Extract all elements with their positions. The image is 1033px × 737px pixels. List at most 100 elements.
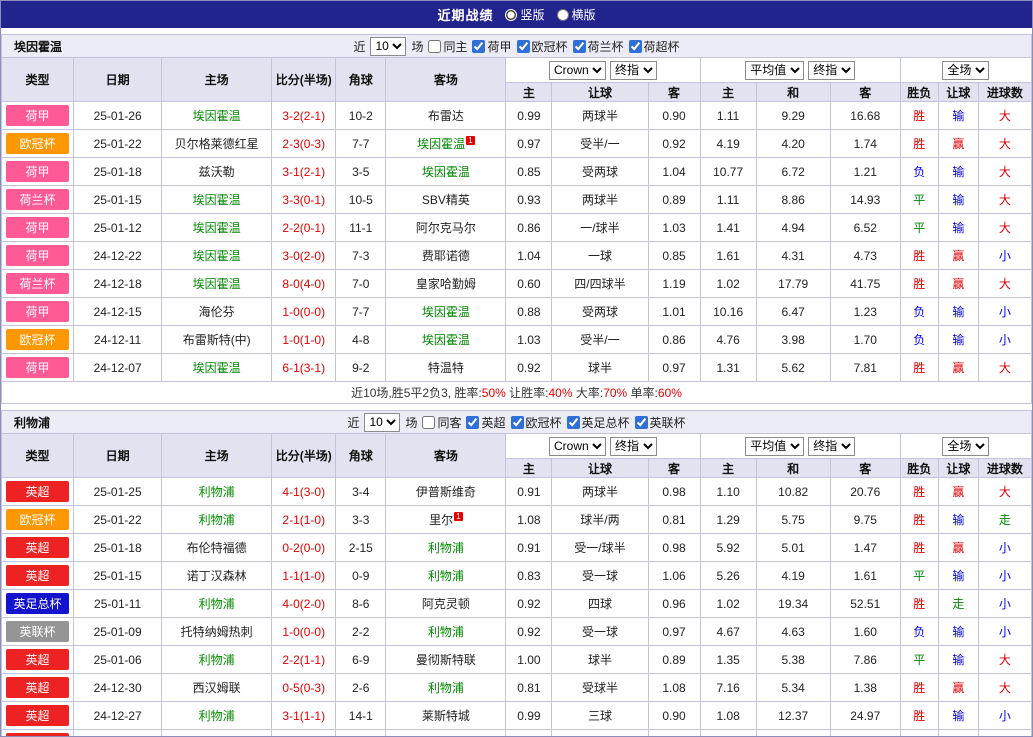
- same-venue-checkbox[interactable]: [428, 40, 441, 53]
- outcome-cell: 胜: [900, 534, 938, 562]
- handicap-cell: 受两球: [552, 158, 648, 186]
- scope-select-group: 全场: [900, 58, 1031, 83]
- bookmaker-select[interactable]: Crown: [549, 437, 606, 456]
- handicap-cell: 受一球: [552, 562, 648, 590]
- league-type-badge: 欧冠杯: [6, 133, 69, 154]
- away-team-cell[interactable]: 利物浦: [386, 730, 506, 737]
- bookmaker-select[interactable]: Crown: [549, 61, 606, 80]
- away-team-cell[interactable]: 利物浦: [386, 534, 506, 562]
- match-row: 英超25-01-18布伦特福德0-2(0-0)2-15利物浦0.91受一/球半0…: [2, 534, 1032, 562]
- home-team-cell[interactable]: 利物浦: [162, 702, 272, 730]
- home-team-name: 埃因霍温: [193, 361, 241, 375]
- league-option-2[interactable]: 欧冠杯: [517, 38, 568, 55]
- home-team-cell[interactable]: 兹沃勒: [162, 158, 272, 186]
- away-team-cell[interactable]: 伊普斯维奇: [386, 478, 506, 506]
- away-team-cell[interactable]: 利物浦: [386, 618, 506, 646]
- league-checkbox[interactable]: [635, 416, 648, 429]
- away-team-cell[interactable]: SBV精英: [386, 186, 506, 214]
- avg-home-cell: 1.08: [700, 702, 756, 730]
- away-team-cell[interactable]: 特温特: [386, 354, 506, 382]
- away-team-cell[interactable]: 莱斯特城: [386, 702, 506, 730]
- layout-option-horizontal[interactable]: 横版: [557, 6, 596, 23]
- league-checkbox[interactable]: [567, 416, 580, 429]
- home-team-cell[interactable]: 海伦芬: [162, 298, 272, 326]
- home-team-cell[interactable]: 诺丁汉森林: [162, 562, 272, 590]
- average-type-select[interactable]: 平均值: [745, 61, 804, 80]
- league-checkbox[interactable]: [511, 416, 524, 429]
- away-odds-cell: 0.97: [648, 618, 700, 646]
- vertical-layout-radio[interactable]: [505, 9, 517, 21]
- away-team-cell[interactable]: 利物浦: [386, 674, 506, 702]
- league-type-cell: 英超: [2, 562, 74, 590]
- home-team-cell[interactable]: 埃因霍温: [162, 270, 272, 298]
- away-team-cell[interactable]: 布雷达: [386, 102, 506, 130]
- match-count-select[interactable]: 10: [364, 413, 400, 432]
- away-team-cell[interactable]: 曼彻斯特联: [386, 646, 506, 674]
- layout-option-vertical[interactable]: 竖版: [505, 6, 544, 23]
- home-team-cell[interactable]: 利物浦: [162, 590, 272, 618]
- avg-home-cell: 1.02: [700, 590, 756, 618]
- away-team-cell[interactable]: 里尔1: [386, 506, 506, 534]
- avg-draw-cell: 4.31: [756, 242, 830, 270]
- same-venue-option[interactable]: 同客: [422, 414, 461, 431]
- home-team-name: 利物浦: [199, 709, 235, 723]
- home-team-cell[interactable]: 埃因霍温: [162, 102, 272, 130]
- home-team-cell[interactable]: 利物浦: [162, 506, 272, 534]
- home-team-cell[interactable]: 埃因霍温: [162, 242, 272, 270]
- home-team-cell[interactable]: 利物浦: [162, 646, 272, 674]
- league-checkbox[interactable]: [573, 40, 586, 53]
- home-team-cell[interactable]: 布伦特福德: [162, 534, 272, 562]
- home-team-cell[interactable]: 布雷斯特(中): [162, 326, 272, 354]
- filter-bar: 利物浦近10场同客英超欧冠杯英足总杯英联杯: [1, 410, 1032, 433]
- home-team-cell[interactable]: 贝尔格莱德红星: [162, 130, 272, 158]
- horizontal-layout-radio[interactable]: [557, 9, 569, 21]
- odds-stage-select[interactable]: 终指: [610, 437, 657, 456]
- handicap-cell: 受半/一: [552, 130, 648, 158]
- league-option-4[interactable]: 荷超杯: [629, 38, 680, 55]
- league-checkbox[interactable]: [466, 416, 479, 429]
- corners-cell: 7-7: [336, 130, 386, 158]
- average-stage-select[interactable]: 终指: [808, 437, 855, 456]
- average-type-select[interactable]: 平均值: [745, 437, 804, 456]
- league-option-1[interactable]: 荷甲: [472, 38, 511, 55]
- home-team-cell[interactable]: 埃因霍温: [162, 186, 272, 214]
- average-stage-select[interactable]: 终指: [808, 61, 855, 80]
- away-team-cell[interactable]: 埃因霍温1: [386, 130, 506, 158]
- home-team-name: 诺丁汉森林: [187, 569, 247, 583]
- away-team-cell[interactable]: 埃因霍温: [386, 158, 506, 186]
- league-option-3[interactable]: 荷兰杯: [573, 38, 624, 55]
- home-team-cell[interactable]: 埃因霍温: [162, 214, 272, 242]
- league-option-4[interactable]: 英联杯: [635, 414, 686, 431]
- avg-draw-cell: 4.19: [756, 562, 830, 590]
- corners-cell: 2-2: [336, 618, 386, 646]
- home-team-cell[interactable]: 西汉姆联: [162, 674, 272, 702]
- away-team-cell[interactable]: 埃因霍温: [386, 326, 506, 354]
- home-team-cell[interactable]: 托特纳姆热刺: [162, 730, 272, 737]
- odds-stage-select[interactable]: 终指: [610, 61, 657, 80]
- match-count-select[interactable]: 10: [370, 37, 406, 56]
- away-team-cell[interactable]: 费耶诺德: [386, 242, 506, 270]
- scope-select[interactable]: 全场: [942, 61, 989, 80]
- home-team-cell[interactable]: 托特纳姆热刺: [162, 618, 272, 646]
- league-checkbox[interactable]: [629, 40, 642, 53]
- away-team-cell[interactable]: 埃因霍温: [386, 298, 506, 326]
- away-team-cell[interactable]: 阿尔克马尔: [386, 214, 506, 242]
- away-team-cell[interactable]: 阿克灵顿: [386, 590, 506, 618]
- away-team-cell[interactable]: 皇家哈勤姆: [386, 270, 506, 298]
- same-venue-checkbox[interactable]: [422, 416, 435, 429]
- home-team-name: 布伦特福德: [187, 541, 247, 555]
- league-option-1[interactable]: 英超: [466, 414, 505, 431]
- scope-select[interactable]: 全场: [942, 437, 989, 456]
- league-checkbox[interactable]: [517, 40, 530, 53]
- same-venue-option[interactable]: 同主: [428, 38, 467, 55]
- home-team-cell[interactable]: 利物浦: [162, 478, 272, 506]
- home-team-name: 埃因霍温: [193, 221, 241, 235]
- away-team-name: 利物浦: [428, 541, 464, 555]
- away-team-cell[interactable]: 利物浦: [386, 562, 506, 590]
- league-option-2[interactable]: 欧冠杯: [511, 414, 562, 431]
- match-row: 欧冠杯24-12-11布雷斯特(中)1-0(1-0)4-8埃因霍温1.03受半/…: [2, 326, 1032, 354]
- league-checkbox[interactable]: [472, 40, 485, 53]
- league-option-3[interactable]: 英足总杯: [567, 414, 630, 431]
- home-team-cell[interactable]: 埃因霍温: [162, 354, 272, 382]
- handicap-result-cell: 赢: [938, 478, 978, 506]
